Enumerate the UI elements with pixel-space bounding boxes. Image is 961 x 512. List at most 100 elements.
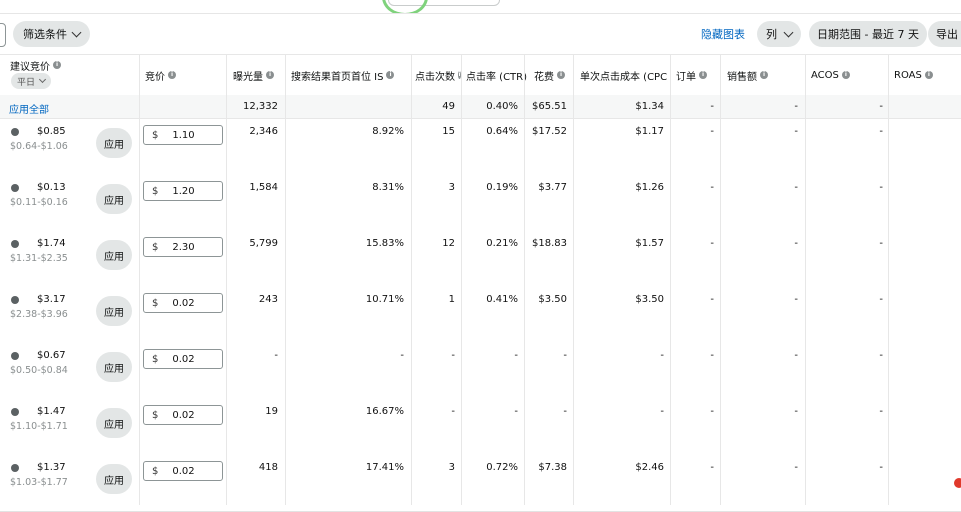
- columns-button[interactable]: 列: [757, 21, 801, 47]
- bid-input[interactable]: $1.10: [143, 125, 223, 145]
- cell-ctr: 0.64%: [486, 126, 518, 137]
- header-top-of-search[interactable]: 搜索结果首页首位 IS i: [291, 55, 395, 95]
- header-sales[interactable]: 销售额 i: [727, 55, 768, 95]
- search-input-edge[interactable]: [0, 23, 6, 47]
- info-icon[interactable]: [11, 184, 19, 192]
- apply-all-link[interactable]: 应用全部: [9, 101, 49, 116]
- cell-cpc: $1.26: [635, 182, 664, 193]
- suggested-bid-value: $1.37: [37, 462, 66, 473]
- header-bid[interactable]: 竞价 i: [145, 55, 176, 95]
- apply-button[interactable]: 应用: [96, 352, 132, 382]
- bid-input-value: 2.30: [172, 241, 195, 253]
- header-impressions-label: 曝光量: [233, 71, 263, 83]
- header-impressions[interactable]: 曝光量 i: [233, 55, 274, 95]
- header-clicks[interactable]: 点击次数 i: [415, 55, 461, 95]
- info-icon[interactable]: [11, 408, 19, 416]
- header-orders[interactable]: 订单 i: [676, 55, 707, 95]
- cell-spend: -: [563, 350, 567, 361]
- cell-sales: -: [794, 406, 798, 417]
- header-cpc[interactable]: 单次点击成本 (CPC) i: [580, 55, 668, 95]
- cell-clicks: 12: [442, 238, 455, 249]
- cell-orders: -: [710, 350, 714, 361]
- cell-ctr: 0.21%: [486, 238, 518, 249]
- cell-top-of-search: 15.83%: [365, 238, 404, 249]
- filter-button[interactable]: 筛选条件: [13, 21, 90, 47]
- cell-cpc: $2.46: [635, 462, 664, 473]
- header-roas[interactable]: ROAS i: [894, 55, 933, 95]
- cell-sales: -: [794, 462, 798, 473]
- header-roas-label: ROAS: [894, 69, 922, 81]
- apply-button[interactable]: 应用: [96, 464, 132, 494]
- apply-button[interactable]: 应用: [96, 296, 132, 326]
- cell-sales: -: [794, 126, 798, 137]
- suggested-bid-range: $1.03-$1.77: [10, 477, 68, 488]
- bid-input-value: 0.02: [172, 297, 195, 309]
- bid-input-value: 0.02: [172, 353, 195, 365]
- cell-top-of-search: 17.41%: [365, 462, 404, 473]
- table-row: $0.85 $0.64-$1.06 应用 $1.10 2,346 8.92% 15 0.64%…: [0, 119, 961, 176]
- summary-impressions: 12,332: [243, 101, 278, 112]
- cell-ctr: -: [514, 350, 518, 361]
- info-icon[interactable]: [11, 352, 19, 360]
- apply-button[interactable]: 应用: [96, 240, 132, 270]
- hide-chart-link[interactable]: 隐藏图表: [701, 26, 745, 42]
- suggested-bid-value: $0.67: [37, 350, 66, 361]
- info-icon[interactable]: i: [841, 71, 850, 79]
- bid-input-value: 1.20: [172, 185, 195, 197]
- columns-button-label: 列: [766, 28, 777, 41]
- suggested-bid-value: $1.47: [37, 406, 66, 417]
- info-icon[interactable]: i: [760, 71, 768, 79]
- bid-input[interactable]: $2.30: [143, 237, 223, 257]
- cell-clicks: -: [451, 350, 455, 361]
- apply-button[interactable]: 应用: [96, 128, 132, 158]
- info-icon[interactable]: i: [53, 61, 61, 69]
- info-icon[interactable]: i: [168, 71, 176, 79]
- cell-spend: $3.77: [538, 182, 567, 193]
- header-clicks-label: 点击次数: [415, 71, 455, 83]
- suggested-bid-value: $0.85: [37, 126, 66, 137]
- header-acos[interactable]: ACOS i: [811, 55, 850, 95]
- info-icon[interactable]: [11, 240, 19, 248]
- info-icon[interactable]: i: [266, 71, 274, 79]
- bid-input[interactable]: $0.02: [143, 461, 223, 481]
- apply-button[interactable]: 应用: [96, 184, 132, 214]
- cell-top-of-search: 16.67%: [365, 406, 404, 417]
- chevron-down-icon: [71, 27, 82, 38]
- table-row: $1.37 $1.03-$1.77 应用 $0.02 418 17.41% 3 0.72% $7…: [0, 455, 961, 512]
- info-icon[interactable]: i: [699, 71, 707, 79]
- notification-dot-icon[interactable]: [954, 478, 961, 488]
- summary-row: 应用全部 12,332 49 0.40% $65.51 $1.34 - - -: [0, 95, 961, 119]
- header-spend[interactable]: 花费 i: [534, 55, 565, 95]
- column-divider: [805, 54, 806, 505]
- info-icon[interactable]: [11, 128, 19, 136]
- export-button[interactable]: 导出: [928, 21, 961, 47]
- info-icon[interactable]: i: [557, 71, 565, 79]
- column-divider: [524, 54, 525, 505]
- info-icon[interactable]: i: [924, 71, 933, 79]
- filter-button-label: 筛选条件: [23, 28, 67, 41]
- cell-acos: -: [879, 294, 883, 305]
- date-range-button[interactable]: 日期范围 - 最近 7 天: [809, 21, 927, 47]
- cell-clicks: 1: [448, 294, 455, 305]
- info-icon[interactable]: [11, 464, 19, 472]
- cell-orders: -: [710, 238, 714, 249]
- suggested-bid-type-select[interactable]: 平日: [11, 73, 52, 89]
- bid-input-value: 0.02: [172, 465, 195, 477]
- info-icon[interactable]: [11, 296, 19, 304]
- bid-input[interactable]: $0.02: [143, 405, 223, 425]
- header-ctr[interactable]: 点击率 (CTR): [466, 55, 527, 95]
- bid-input-value: 1.10: [172, 129, 195, 141]
- header-suggested-bid[interactable]: 建议竞价 i: [10, 57, 61, 73]
- bid-input[interactable]: $0.02: [143, 349, 223, 369]
- cell-top-of-search: 8.92%: [372, 126, 404, 137]
- info-icon[interactable]: i: [386, 71, 395, 79]
- cell-spend: $18.83: [532, 238, 567, 249]
- suggested-bid-range: $1.10-$1.71: [10, 421, 68, 432]
- cell-impressions: 5,799: [249, 238, 278, 249]
- cell-impressions: 418: [258, 462, 278, 473]
- apply-button[interactable]: 应用: [96, 408, 132, 438]
- bid-input[interactable]: $0.02: [143, 293, 223, 313]
- bid-input[interactable]: $1.20: [143, 181, 223, 201]
- cell-top-of-search: 10.71%: [365, 294, 404, 305]
- column-divider: [285, 54, 286, 505]
